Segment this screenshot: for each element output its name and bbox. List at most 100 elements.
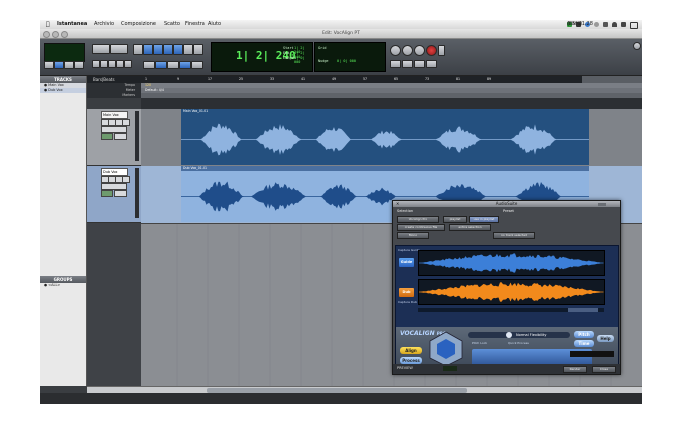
play-button[interactable]	[414, 45, 425, 56]
spotlight-icon[interactable]: ⚲	[567, 20, 571, 29]
tempo-value[interactable]: 120	[141, 83, 151, 87]
align-button[interactable]: Align	[400, 347, 422, 354]
plugin-selector[interactable]: VocAlign Pro	[397, 216, 439, 223]
volume-icon[interactable]	[621, 22, 626, 27]
zoom-1-button[interactable]	[92, 60, 100, 68]
zoom-5-button[interactable]	[124, 60, 132, 68]
battery-icon[interactable]	[630, 22, 638, 29]
online-button[interactable]	[402, 60, 413, 68]
window-options-button[interactable]	[633, 42, 641, 50]
markers-ruler[interactable]	[141, 93, 642, 98]
overview-thumb[interactable]	[568, 308, 598, 312]
menu-scatto[interactable]: Scatto	[164, 20, 180, 29]
automation-button[interactable]	[114, 190, 127, 197]
track-name-field[interactable]: Dub Vox	[101, 168, 128, 176]
length-value[interactable]: 0| 0| 000	[294, 56, 312, 64]
entire-selection-button[interactable]: entire selection	[449, 224, 491, 231]
plugin-title-bar[interactable]: AudioSuite ✕	[393, 201, 620, 207]
track-header-main-vox[interactable]: Main Vox	[87, 109, 141, 166]
menu-finestra[interactable]: Finestra	[185, 20, 205, 29]
dub-button[interactable]: Dub	[399, 288, 414, 297]
process-button[interactable]: Process	[400, 357, 422, 364]
record-button[interactable]	[426, 45, 437, 56]
rewind-button[interactable]	[402, 45, 413, 56]
flexibility-slider[interactable]: Normal Flexibility	[468, 332, 570, 338]
zoom-3-button[interactable]	[108, 60, 116, 68]
menu-archivio[interactable]: Archivio	[94, 20, 114, 29]
loop-button[interactable]	[390, 60, 401, 68]
nudge-value[interactable]: 0| 0| 000	[337, 59, 356, 63]
insertion-follows-button[interactable]	[179, 61, 191, 69]
create-continuous-button[interactable]: create continuous file	[397, 224, 445, 231]
tracks-list-item[interactable]: ● Dub Vox	[40, 88, 86, 93]
apple-icon[interactable]: 	[46, 20, 50, 29]
track-view-selector[interactable]	[101, 183, 127, 190]
shuffle-button[interactable]	[44, 61, 54, 69]
next-marker-button[interactable]	[426, 60, 437, 68]
render-button[interactable]: Render	[563, 366, 587, 373]
spot-button[interactable]	[64, 61, 74, 69]
zoom-window-button[interactable]	[61, 31, 68, 38]
automation-button[interactable]	[114, 133, 127, 140]
menu-composizione[interactable]: Composizione	[121, 20, 156, 29]
transport-hexagon[interactable]	[428, 331, 464, 367]
bluetooth-icon[interactable]	[603, 22, 608, 27]
tab-to-transient-button[interactable]	[143, 61, 155, 69]
groups-header[interactable]: GROUPS	[40, 276, 86, 283]
menu-aiuto[interactable]: Aiuto	[208, 20, 221, 29]
slider-knob[interactable]	[506, 332, 512, 338]
prev-marker-button[interactable]	[414, 60, 425, 68]
mono-mode-button[interactable]: Mono	[397, 232, 429, 239]
track-view-selector[interactable]	[101, 126, 127, 133]
time-button[interactable]: Time	[574, 340, 594, 347]
track-header-dub-vox[interactable]: Dub Vox	[87, 166, 141, 223]
close-window-button[interactable]	[43, 31, 50, 38]
alignment-overview-bar[interactable]	[418, 308, 604, 312]
zoom-4-button[interactable]	[116, 60, 124, 68]
track-name-field[interactable]: Main Vox	[101, 111, 128, 119]
grid-nudge-display[interactable]: Grid Nudge 0| 0| 000	[314, 42, 386, 72]
playlist-mode-button[interactable]: playlist	[443, 216, 467, 223]
zoom-2-button[interactable]	[100, 60, 108, 68]
playlist-button[interactable]	[101, 190, 113, 197]
link-track-button[interactable]	[167, 61, 179, 69]
use-in-playlist-button[interactable]: use in playlist	[469, 216, 499, 223]
transport-menu-button[interactable]	[438, 45, 445, 56]
scrubber-tool-button[interactable]	[183, 44, 193, 55]
guide-button[interactable]: Guide	[399, 258, 414, 267]
selector-tool-button[interactable]	[153, 44, 163, 55]
close-icon[interactable]: ✕	[396, 201, 399, 207]
playlist-button[interactable]	[101, 133, 113, 140]
slip-button[interactable]	[54, 61, 64, 69]
preview-toggle[interactable]	[443, 366, 457, 371]
audio-clip-main-vox[interactable]: Main Vox_01-01	[181, 109, 589, 165]
bars-beats-ruler[interactable]: 1 9 17 25 33 41 49 57 65 73 81 89	[141, 76, 642, 83]
sync-icon[interactable]	[594, 22, 599, 27]
smart-tool-button[interactable]	[173, 44, 183, 55]
groups-list-item[interactable]: ● <ALL>	[40, 283, 86, 288]
tracks-header[interactable]: TRACKS	[40, 76, 86, 83]
main-counter[interactable]: 1| 2| 240 Start End Length 1| 2| 240 1| …	[211, 42, 313, 72]
trim-tool-button[interactable]	[143, 44, 153, 55]
pencil-tool-button[interactable]	[193, 44, 203, 55]
grabber-tool-button[interactable]	[163, 44, 173, 55]
mirror-midi-button[interactable]	[191, 61, 203, 69]
minimize-window-button[interactable]	[52, 31, 59, 38]
zoom-preset-button[interactable]	[92, 44, 110, 54]
return-to-zero-button[interactable]	[390, 45, 401, 56]
track-lane-main-vox[interactable]: Main Vox_01-01	[141, 109, 642, 167]
mute-button[interactable]	[122, 176, 130, 183]
mute-button[interactable]	[122, 119, 130, 126]
edit-mode-display[interactable]	[44, 43, 85, 62]
menu-app-name[interactable]: Istantanea	[57, 20, 87, 29]
pitch-button[interactable]: Pitch	[574, 331, 594, 338]
grid-button[interactable]	[74, 61, 84, 69]
ruler-title-bars-beats[interactable]: Bars|Beats	[87, 76, 141, 83]
meter-value[interactable]: Default: 4/4	[141, 88, 164, 92]
close-plugin-button[interactable]: Close	[592, 366, 616, 373]
zoomer-tool-button[interactable]	[133, 44, 143, 55]
zoom-toggle-button[interactable]	[110, 44, 128, 54]
help-button[interactable]: Help	[597, 335, 614, 342]
plugin-options-button[interactable]	[598, 203, 606, 206]
track-selection-button[interactable]: no track selected	[493, 232, 535, 239]
